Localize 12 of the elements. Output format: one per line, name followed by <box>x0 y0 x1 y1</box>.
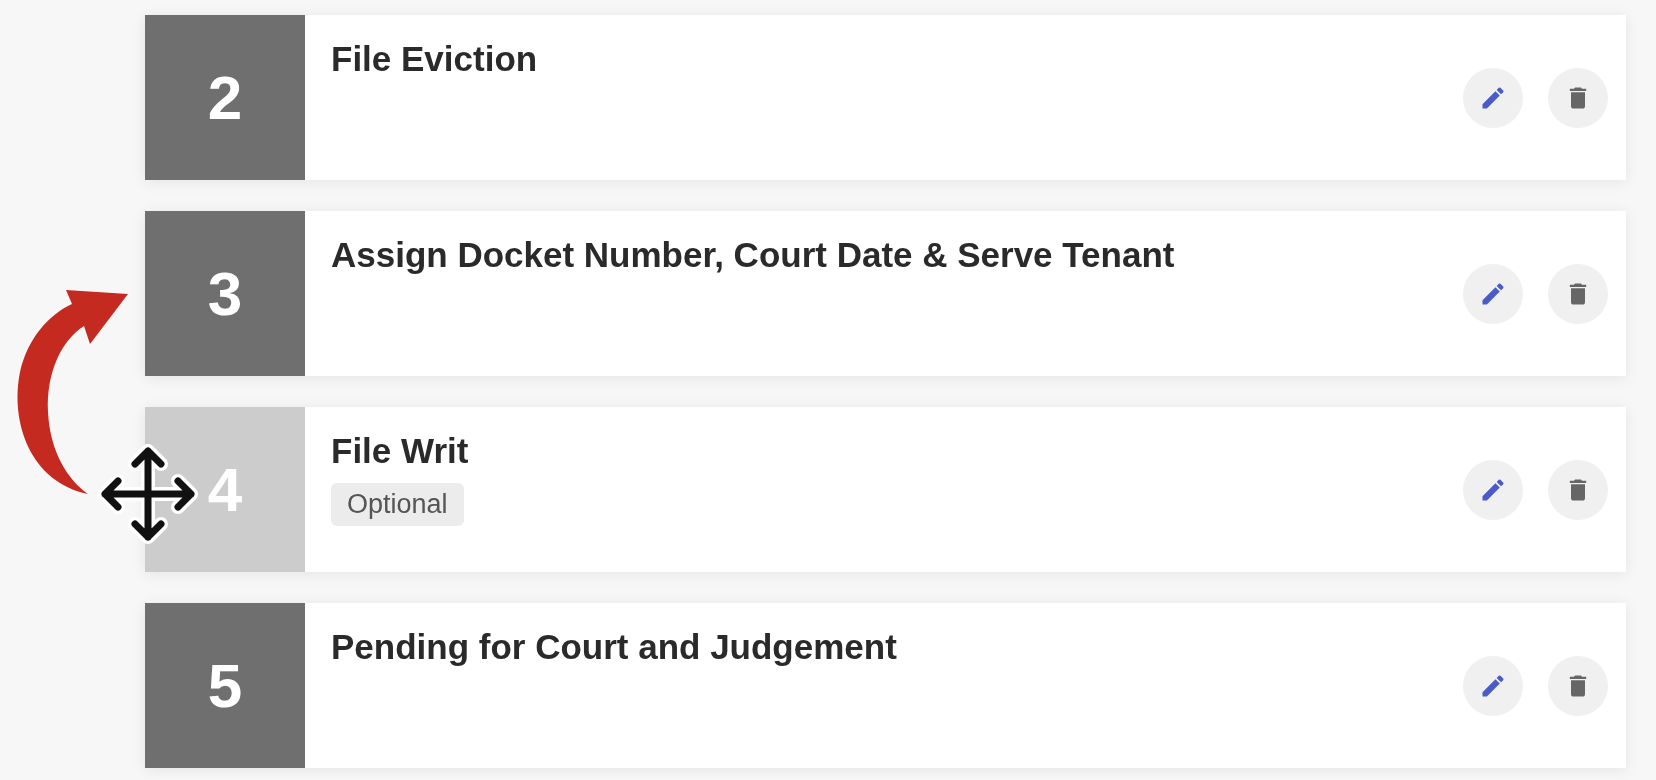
step-title: File Writ <box>331 431 469 471</box>
step-title: Pending for Court and Judgement <box>331 627 897 667</box>
step-card[interactable]: 5 Pending for Court and Judgement <box>145 603 1626 768</box>
step-title: Assign Docket Number, Court Date & Serve Tenant <box>331 235 1175 275</box>
step-number: 5 <box>145 603 305 768</box>
step-number: 2 <box>145 15 305 180</box>
optional-tag: Optional <box>331 483 464 526</box>
step-title: File Eviction <box>331 39 538 79</box>
step-card[interactable]: 3 Assign Docket Number, Court Date & Serve Tenant <box>145 211 1626 376</box>
step-number: 3 <box>145 211 305 376</box>
move-cursor-icon <box>95 441 201 547</box>
step-card[interactable]: 2 File Eviction <box>145 15 1626 180</box>
